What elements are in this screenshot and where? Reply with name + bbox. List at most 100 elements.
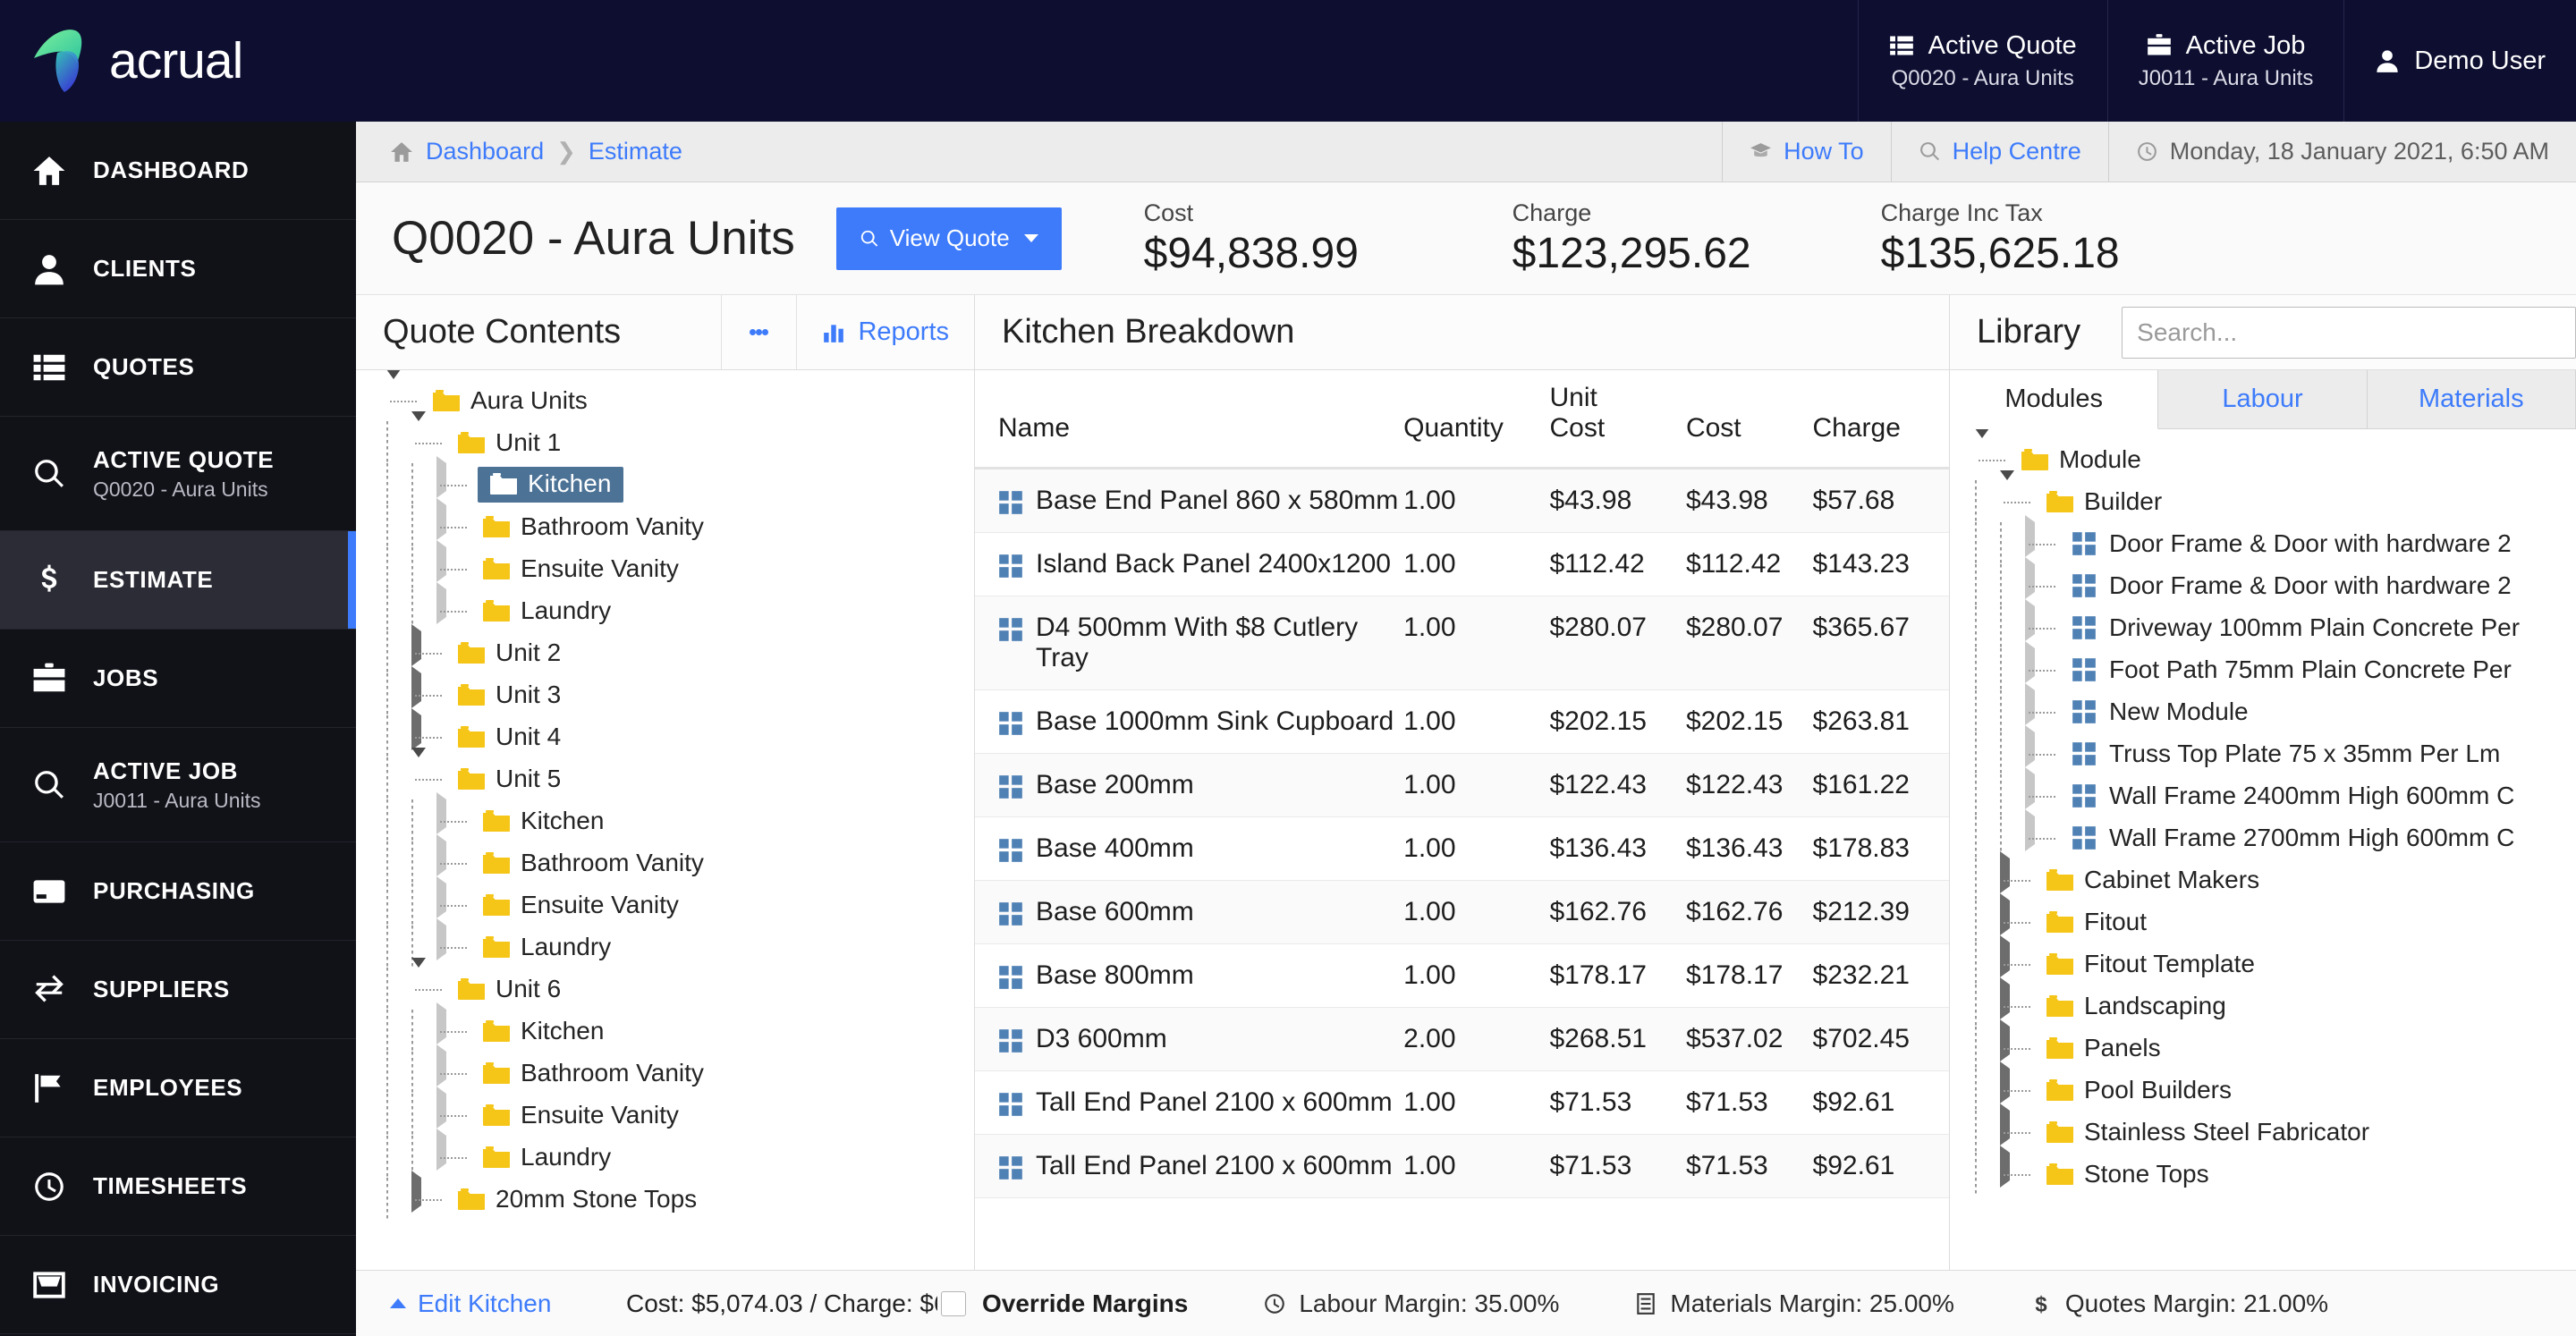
tree-node-label-wrap[interactable]: Aura Units <box>428 386 588 415</box>
table-row[interactable]: Base 800mm 1.00 $178.17 $178.17 $232.21 <box>975 943 1949 1008</box>
tree-node[interactable]: Wall Frame 2700mm High 600mm C <box>1950 809 2576 858</box>
tree-node-label-wrap[interactable]: Laundry <box>478 596 611 625</box>
tree-node[interactable]: Panels <box>1950 1019 2576 1069</box>
tree-expander-leaf-icon[interactable] <box>436 876 446 918</box>
tree-node[interactable]: Laundry <box>356 582 974 631</box>
tree-node[interactable]: Unit 1 <box>356 411 974 463</box>
tree-node[interactable]: Ensuite Vanity <box>356 876 974 926</box>
tree-node-label-wrap[interactable]: Stone Tops <box>2041 1160 2209 1188</box>
sidebar-item-jobs[interactable]: JOBS <box>0 630 356 728</box>
tree-expander-open-icon[interactable] <box>1975 429 1989 466</box>
tree-node-label-wrap[interactable]: Unit 4 <box>453 723 561 751</box>
tree-expander-leaf-icon[interactable] <box>436 1044 446 1087</box>
tree-node[interactable]: Bathroom Vanity <box>356 1044 974 1094</box>
tree-expander-leaf-icon[interactable] <box>2025 767 2035 809</box>
sidebar-item-purchasing[interactable]: PURCHASING <box>0 842 356 941</box>
override-margins-checkbox[interactable] <box>941 1290 966 1316</box>
tree-node-label-wrap[interactable]: Bathroom Vanity <box>478 849 704 877</box>
tree-expander-leaf-icon[interactable] <box>436 498 446 540</box>
tree-expander-closed-icon[interactable] <box>411 1171 421 1213</box>
tree-expander-closed-icon[interactable] <box>411 666 421 708</box>
tree-node-label-wrap[interactable]: Wall Frame 2400mm High 600mm C <box>2066 782 2514 810</box>
table-row[interactable]: Base 400mm 1.00 $136.43 $136.43 $178.83 <box>975 816 1949 881</box>
tree-expander-closed-icon[interactable] <box>2000 935 2010 977</box>
tree-node[interactable]: Stone Tops <box>1950 1146 2576 1195</box>
tree-expander-open-icon[interactable] <box>411 958 426 995</box>
brand-logo[interactable]: acrual <box>0 0 356 122</box>
help-centre-link[interactable]: Help Centre <box>1890 122 2108 182</box>
tree-node[interactable]: Fitout <box>1950 893 2576 943</box>
tree-expander-closed-icon[interactable] <box>2000 1103 2010 1146</box>
tree-node-label-wrap[interactable]: Ensuite Vanity <box>478 554 679 583</box>
tree-node-label-wrap[interactable]: Bathroom Vanity <box>478 1059 704 1087</box>
library-tree[interactable]: Module Builder Door Frame & Door with hard… <box>1950 429 2576 1270</box>
tree-node-label-wrap[interactable]: Kitchen <box>478 807 604 835</box>
library-search-input[interactable] <box>2122 306 2576 359</box>
tree-expander-closed-icon[interactable] <box>411 708 421 750</box>
breadcrumb-item-estimate[interactable]: Estimate <box>589 138 682 165</box>
tree-expander-leaf-icon[interactable] <box>436 1129 446 1171</box>
table-row[interactable]: Base 1000mm Sink Cupboard 1.00 $202.15 $202… <box>975 689 1949 754</box>
tree-node[interactable]: Laundry <box>356 918 974 968</box>
table-row[interactable]: D3 600mm 2.00 $268.51 $537.02 $702.45 <box>975 1007 1949 1071</box>
tree-expander-closed-icon[interactable] <box>411 624 421 666</box>
tree-node-label-wrap[interactable]: Laundry <box>478 933 611 961</box>
table-row[interactable]: D4 500mm With $8 Cutlery Tray 1.00 $280.07… <box>975 596 1949 690</box>
tree-expander-leaf-icon[interactable] <box>436 582 446 624</box>
tab-labour[interactable]: Labour <box>2158 370 2368 428</box>
tree-expander-open-icon[interactable] <box>2000 470 2014 508</box>
tree-node-label-wrap[interactable]: Wall Frame 2700mm High 600mm C <box>2066 824 2514 852</box>
tree-node-label-wrap[interactable]: Unit 2 <box>453 638 561 667</box>
column-header-charge[interactable]: Charge <box>1812 370 1949 469</box>
tree-node[interactable]: Door Frame & Door with hardware 2 <box>1950 557 2576 606</box>
tree-node[interactable]: Unit 2 <box>356 624 974 673</box>
sidebar-item-invoicing[interactable]: INVOICING <box>0 1236 356 1334</box>
tree-node-label-wrap[interactable]: Door Frame & Door with hardware 2 <box>2066 529 2512 558</box>
user-menu[interactable]: Demo User <box>2343 0 2576 122</box>
tree-expander-leaf-icon[interactable] <box>2025 599 2035 641</box>
tree-node[interactable]: Door Frame & Door with hardware 2 <box>1950 515 2576 564</box>
sidebar-item-suppliers[interactable]: SUPPLIERS <box>0 941 356 1039</box>
tree-node[interactable]: Kitchen <box>356 1002 974 1052</box>
tree-node-label-wrap[interactable]: Kitchen <box>478 466 624 503</box>
tree-expander-open-icon[interactable] <box>386 370 401 407</box>
tree-node-label-wrap[interactable]: Unit 6 <box>453 975 561 1003</box>
tree-expander-closed-icon[interactable] <box>2000 977 2010 1019</box>
tree-node[interactable]: Kitchen <box>356 456 974 505</box>
tree-node-label-wrap[interactable]: Unit 1 <box>453 428 561 457</box>
tree-node[interactable]: Landscaping <box>1950 977 2576 1027</box>
tree-node[interactable]: Pool Builders <box>1950 1061 2576 1111</box>
sidebar-item-active-job[interactable]: ACTIVE JOB J0011 - Aura Units <box>0 728 356 842</box>
sidebar-item-dashboard[interactable]: DASHBOARD <box>0 122 356 220</box>
table-row[interactable]: Island Back Panel 2400x1200 1.00 $112.42 $1… <box>975 532 1949 596</box>
tree-node-label-wrap[interactable]: Landscaping <box>2041 992 2226 1020</box>
tree-expander-closed-icon[interactable] <box>2000 893 2010 935</box>
tree-expander-leaf-icon[interactable] <box>2025 725 2035 767</box>
tree-node[interactable]: Cabinet Makers <box>1950 851 2576 901</box>
tab-modules[interactable]: Modules <box>1950 370 2159 429</box>
tree-expander-leaf-icon[interactable] <box>436 1087 446 1129</box>
tree-node[interactable]: Builder <box>1950 470 2576 522</box>
table-row[interactable]: Base End Panel 860 x 580mm 1.00 $43.98 $43.… <box>975 468 1949 533</box>
tree-node-label-wrap[interactable]: Fitout <box>2041 908 2147 936</box>
tree-node[interactable]: Ensuite Vanity <box>356 540 974 589</box>
column-header-name[interactable]: Name <box>975 370 1404 469</box>
tree-node[interactable]: Foot Path 75mm Plain Concrete Per <box>1950 641 2576 690</box>
tree-node[interactable]: Module <box>1950 429 2576 480</box>
quote-contents-more-button[interactable] <box>721 295 796 369</box>
sidebar-item-clients[interactable]: CLIENTS <box>0 220 356 318</box>
tree-node-label-wrap[interactable]: Ensuite Vanity <box>478 1101 679 1129</box>
tree-node[interactable]: Truss Top Plate 75 x 35mm Per Lm <box>1950 725 2576 774</box>
edit-kitchen-button[interactable]: Edit Kitchen <box>356 1289 626 1318</box>
table-row[interactable]: Tall End Panel 2100 x 600mm 1.00 $71.53 $71… <box>975 1134 1949 1198</box>
tree-node[interactable]: Wall Frame 2400mm High 600mm C <box>1950 767 2576 816</box>
tree-node-label-wrap[interactable]: Door Frame & Door with hardware 2 <box>2066 571 2512 600</box>
tree-node[interactable]: Stainless Steel Fabricator <box>1950 1103 2576 1153</box>
tree-node[interactable]: Kitchen <box>356 792 974 841</box>
tree-expander-leaf-icon[interactable] <box>436 834 446 876</box>
tree-node[interactable]: Unit 3 <box>356 666 974 715</box>
tree-expander-closed-icon[interactable] <box>2000 1146 2010 1188</box>
tree-expander-leaf-icon[interactable] <box>2025 809 2035 851</box>
tree-expander-closed-icon[interactable] <box>2000 1061 2010 1103</box>
tree-node-label-wrap[interactable]: Pool Builders <box>2041 1076 2232 1104</box>
